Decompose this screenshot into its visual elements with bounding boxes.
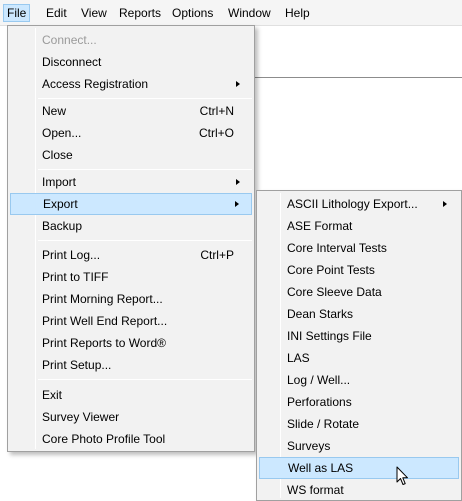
menu-help[interactable]: Help xyxy=(282,4,313,22)
menu-item-label: Slide / Rotate xyxy=(287,417,360,431)
menu-item-label: Import xyxy=(42,175,77,189)
submenu-arrow-icon xyxy=(235,201,239,207)
menu-item-label: Close xyxy=(42,148,73,162)
menu-item-ascii-lithology-export[interactable]: ASCII Lithology Export... xyxy=(259,193,459,215)
menu-item-label: Core Point Tests xyxy=(287,263,375,277)
menu-item-ini-settings-file[interactable]: INI Settings File xyxy=(259,325,459,347)
file-dropdown-menu: Connect... Disconnect Access Registratio… xyxy=(7,25,255,452)
menu-item-import[interactable]: Import xyxy=(10,171,252,193)
menu-item-label: Print Reports to Word® xyxy=(42,336,166,350)
menu-item-survey-viewer[interactable]: Survey Viewer xyxy=(10,406,252,428)
menu-item-export[interactable]: Export xyxy=(10,193,252,215)
menu-item-label: Log / Well... xyxy=(287,373,351,387)
menu-item-label: Print to TIFF xyxy=(42,270,109,284)
menu-item-core-photo-profile-tool[interactable]: Core Photo Profile Tool xyxy=(10,428,252,450)
menu-item-print-to-tiff[interactable]: Print to TIFF xyxy=(10,266,252,288)
menu-item-label: Exit xyxy=(42,388,63,402)
menu-item-new[interactable]: New Ctrl+N xyxy=(10,100,252,122)
menu-item-well-as-las[interactable]: Well as LAS xyxy=(259,457,459,479)
menu-item-label: Open... xyxy=(42,126,82,140)
menu-item-core-interval-tests[interactable]: Core Interval Tests xyxy=(259,237,459,259)
menu-item-slide-rotate[interactable]: Slide / Rotate xyxy=(259,413,459,435)
menu-item-label: Core Sleeve Data xyxy=(287,285,382,299)
menu-item-core-point-tests[interactable]: Core Point Tests xyxy=(259,259,459,281)
menu-item-label: LAS xyxy=(287,351,310,365)
menu-item-exit[interactable]: Exit xyxy=(10,384,252,406)
menu-window[interactable]: Window xyxy=(225,4,274,22)
menu-item-label: Export xyxy=(43,197,78,211)
menu-item-shortcut: Ctrl+N xyxy=(199,104,234,118)
menu-edit[interactable]: Edit xyxy=(43,4,70,22)
menu-item-label: Disconnect xyxy=(42,55,102,69)
menu-item-label: Well as LAS xyxy=(288,461,354,475)
menu-separator xyxy=(38,98,252,99)
menu-item-disconnect[interactable]: Disconnect xyxy=(10,51,252,73)
menu-item-close[interactable]: Close xyxy=(10,144,252,166)
menu-item-access-registration[interactable]: Access Registration xyxy=(10,73,252,95)
menu-item-shortcut: Ctrl+P xyxy=(200,248,234,262)
menu-item-label: Perforations xyxy=(287,395,352,409)
menu-item-label: Print Well End Report... xyxy=(42,314,168,328)
menu-item-label: Dean Starks xyxy=(287,307,354,321)
menu-item-label: Survey Viewer xyxy=(42,410,120,424)
menu-item-print-reports-to-word[interactable]: Print Reports to Word® xyxy=(10,332,252,354)
menu-separator xyxy=(38,240,252,241)
menu-item-label: Backup xyxy=(42,219,83,233)
menu-view[interactable]: View xyxy=(78,4,110,22)
menu-separator xyxy=(38,169,252,170)
menu-item-label: Core Interval Tests xyxy=(287,241,387,255)
menu-item-perforations[interactable]: Perforations xyxy=(259,391,459,413)
menu-item-label: Core Photo Profile Tool xyxy=(42,432,166,446)
submenu-arrow-icon xyxy=(236,81,240,87)
menu-item-core-sleeve-data[interactable]: Core Sleeve Data xyxy=(259,281,459,303)
menu-bar: File Edit View Reports Options Window He… xyxy=(0,0,462,26)
menu-item-print-well-end-report[interactable]: Print Well End Report... xyxy=(10,310,252,332)
menu-item-label: ASE Format xyxy=(287,219,353,233)
menu-item-label: New xyxy=(42,104,67,118)
menu-item-label: INI Settings File xyxy=(287,329,372,343)
menu-item-connect: Connect... xyxy=(10,29,252,51)
menu-item-print-log[interactable]: Print Log... Ctrl+P xyxy=(10,244,252,266)
menu-item-las[interactable]: LAS xyxy=(259,347,459,369)
menu-item-label: Print Log... xyxy=(42,248,101,262)
export-submenu: ASCII Lithology Export... ASE Format Cor… xyxy=(256,190,462,501)
menu-item-label: Print Setup... xyxy=(42,358,112,372)
menu-item-label: ASCII Lithology Export... xyxy=(287,197,418,211)
mouse-pointer-icon xyxy=(396,466,408,485)
menu-item-ase-format[interactable]: ASE Format xyxy=(259,215,459,237)
menu-separator xyxy=(38,379,252,380)
menu-item-surveys[interactable]: Surveys xyxy=(259,435,459,457)
menu-options[interactable]: Options xyxy=(169,4,216,22)
menu-item-backup[interactable]: Backup xyxy=(10,215,252,237)
app-workspace xyxy=(238,26,462,78)
menu-item-shortcut: Ctrl+O xyxy=(198,126,234,140)
menu-item-ws-format[interactable]: WS format xyxy=(259,479,459,501)
menu-file[interactable]: File xyxy=(3,4,31,22)
submenu-arrow-icon xyxy=(236,179,240,185)
submenu-arrow-icon xyxy=(443,201,447,207)
menu-item-label: Surveys xyxy=(287,439,331,453)
menu-item-print-setup[interactable]: Print Setup... xyxy=(10,354,252,376)
menu-item-open[interactable]: Open... Ctrl+O xyxy=(10,122,252,144)
menu-item-label: WS format xyxy=(287,483,344,497)
menu-item-log-well[interactable]: Log / Well... xyxy=(259,369,459,391)
menu-item-label: Print Morning Report... xyxy=(42,292,163,306)
menu-item-label: Access Registration xyxy=(42,77,149,91)
menu-reports[interactable]: Reports xyxy=(116,4,164,22)
menu-item-label: Connect... xyxy=(42,33,97,47)
menu-item-dean-starks[interactable]: Dean Starks xyxy=(259,303,459,325)
menu-item-print-morning-report[interactable]: Print Morning Report... xyxy=(10,288,252,310)
